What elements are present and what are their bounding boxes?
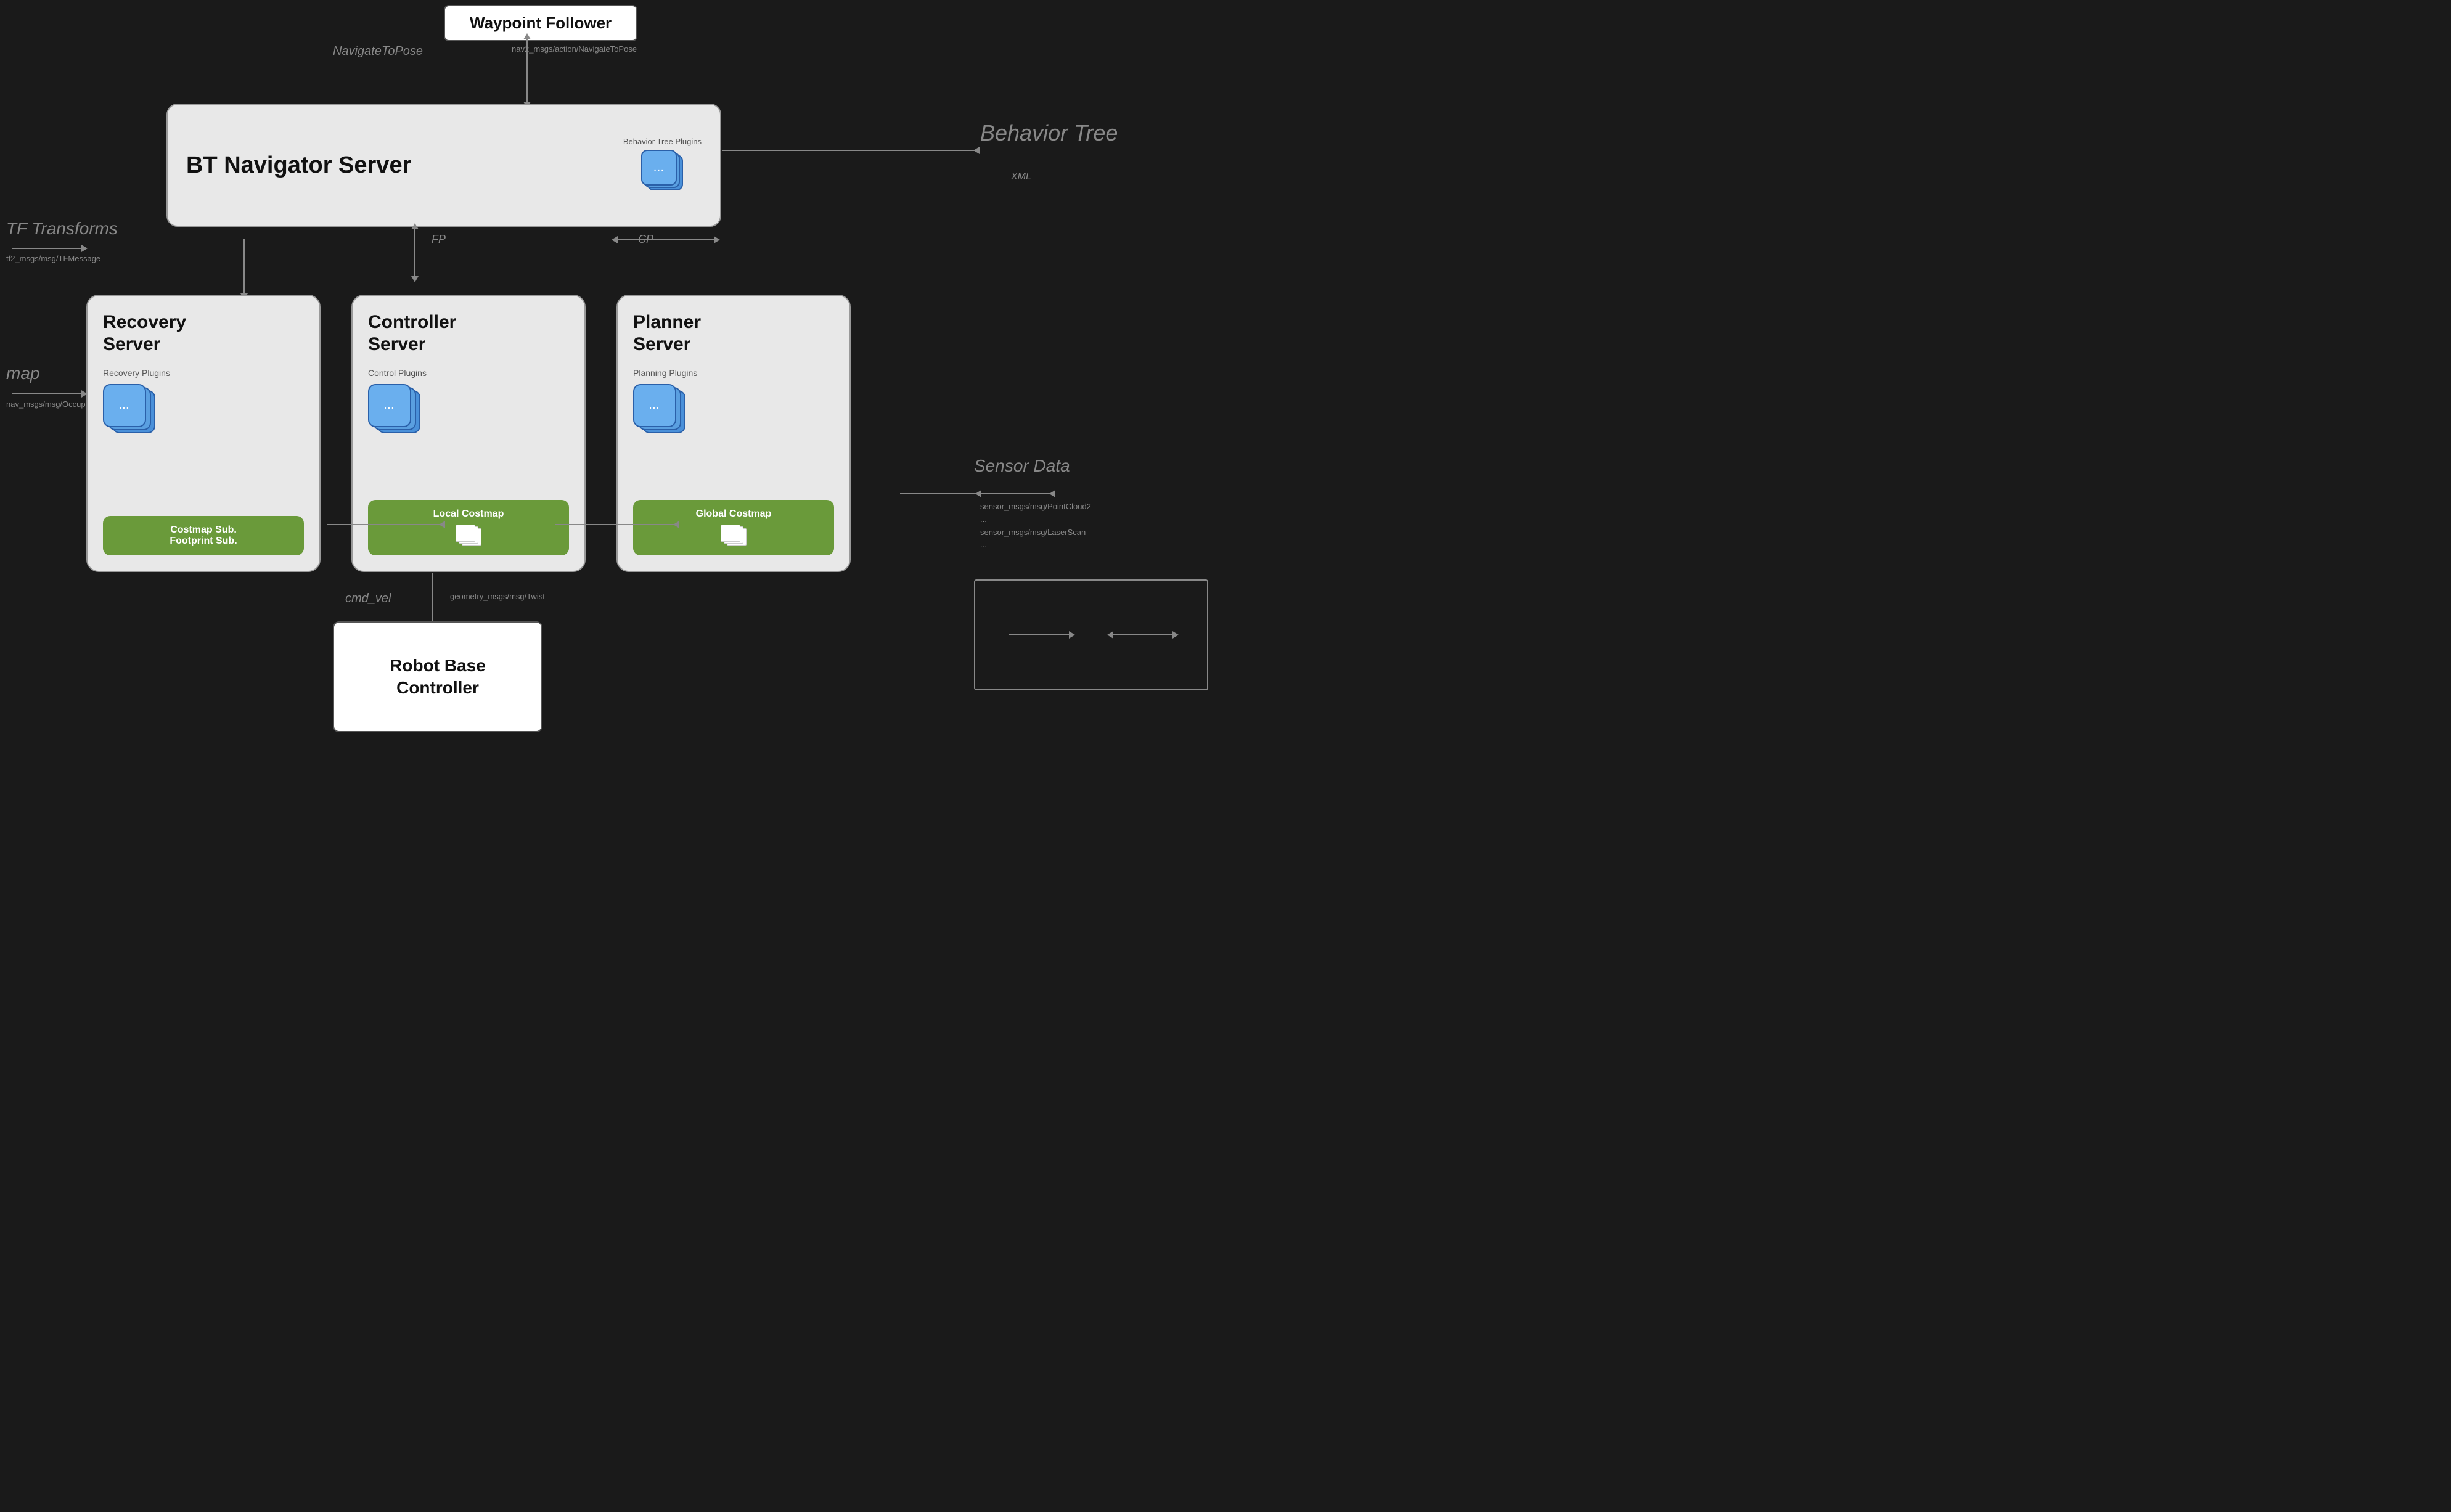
global-costmap-label: Global Costmap <box>696 509 772 520</box>
global-costmap-icon <box>719 525 748 547</box>
arrow-local-to-recovery <box>327 524 444 525</box>
recovery-plugins-label: Recovery Plugins <box>103 368 170 378</box>
recovery-costmap-label: Costmap Sub.Footprint Sub. <box>170 525 237 547</box>
local-costmap-box: Local Costmap <box>368 500 569 555</box>
controller-server-title: ControllerServer <box>368 311 456 356</box>
sensor-msgs: sensor_msgs/msg/PointCloud2...sensor_msg… <box>980 501 1091 552</box>
bt-navigator-title: BT Navigator Server <box>186 152 623 179</box>
controller-plugin-stack: ... <box>368 384 424 439</box>
map-arrow <box>12 393 86 394</box>
recovery-server-title: RecoveryServer <box>103 311 186 356</box>
legend-unidirectional <box>1009 634 1070 635</box>
bt-navigator-box: BT Navigator Server Behavior Tree Plugin… <box>166 104 721 227</box>
arrow-global-to-local <box>555 524 678 525</box>
tf-label: TF Transforms <box>6 219 118 239</box>
planning-plugins-label: Planning Plugins <box>633 368 697 378</box>
arrow-bt-to-planner <box>616 239 715 240</box>
legend-bidirectional <box>1112 634 1174 635</box>
arrow-sensor-to-global <box>900 493 980 494</box>
waypoint-follower-box: Waypoint Follower <box>444 5 637 41</box>
cmd-vel-msg: geometry_msgs/msg/Twist <box>450 592 545 601</box>
arrow-to-robot <box>432 573 433 623</box>
waypoint-title: Waypoint Follower <box>470 14 612 32</box>
arrow-waypoint-to-bt <box>526 38 528 103</box>
planner-plugin-stack: ... <box>633 384 689 439</box>
tf-msg: tf2_msgs/msg/TFMessage <box>6 254 100 263</box>
fp-arrow <box>414 228 415 277</box>
planner-server-title: PlannerServer <box>633 311 701 356</box>
recovery-plugin-icon-1: ... <box>103 384 146 427</box>
control-plugins-label: Control Plugins <box>368 368 427 378</box>
navigate-msg: nav2_msgs/action/NavigateToPose <box>512 44 637 54</box>
bt-plugins-area: Behavior Tree Plugins ... <box>623 137 702 194</box>
behavior-tree-label: Behavior Tree <box>980 120 1118 146</box>
bt-plugins-label: Behavior Tree Plugins <box>623 137 702 146</box>
local-costmap-label: Local Costmap <box>433 509 504 520</box>
recovery-plugin-stack: ... <box>103 384 158 439</box>
robot-base-controller-box: Robot BaseController <box>333 621 542 732</box>
controller-plugin-icon-1: ... <box>368 384 411 427</box>
planner-server-box: PlannerServer Planning Plugins ... Globa… <box>616 295 851 572</box>
fp-label: FP <box>432 233 446 246</box>
controller-server-box: ControllerServer Control Plugins ... Loc… <box>351 295 586 572</box>
sensor-label: Sensor Data <box>974 456 1070 476</box>
cmd-vel-label: cmd_vel <box>345 592 391 606</box>
recovery-server-box: RecoveryServer Recovery Plugins ... Cost… <box>86 295 321 572</box>
local-costmap-icon <box>454 525 483 547</box>
legend-box <box>974 579 1208 690</box>
arrow-bt-to-navigator <box>722 150 978 151</box>
planner-plugin-icon-1: ... <box>633 384 676 427</box>
arrow-to-recovery <box>243 239 245 295</box>
map-label: map <box>6 364 39 383</box>
navigate-label: NavigateToPose <box>333 44 423 59</box>
sensor-arrow <box>980 493 1054 494</box>
tf-arrow <box>12 248 86 249</box>
legend-line-right <box>1009 634 1070 635</box>
behavior-tree-xml: XML <box>1011 171 1031 182</box>
bt-plugin-icon-1: ... <box>641 150 677 186</box>
servers-row: RecoveryServer Recovery Plugins ... Cost… <box>86 295 851 572</box>
recovery-costmap-box: Costmap Sub.Footprint Sub. <box>103 516 304 555</box>
bt-plugin-stack: ... <box>640 150 684 194</box>
legend-line-both <box>1112 634 1174 635</box>
robot-base-title: Robot BaseController <box>390 655 486 700</box>
global-costmap-box: Global Costmap <box>633 500 834 555</box>
